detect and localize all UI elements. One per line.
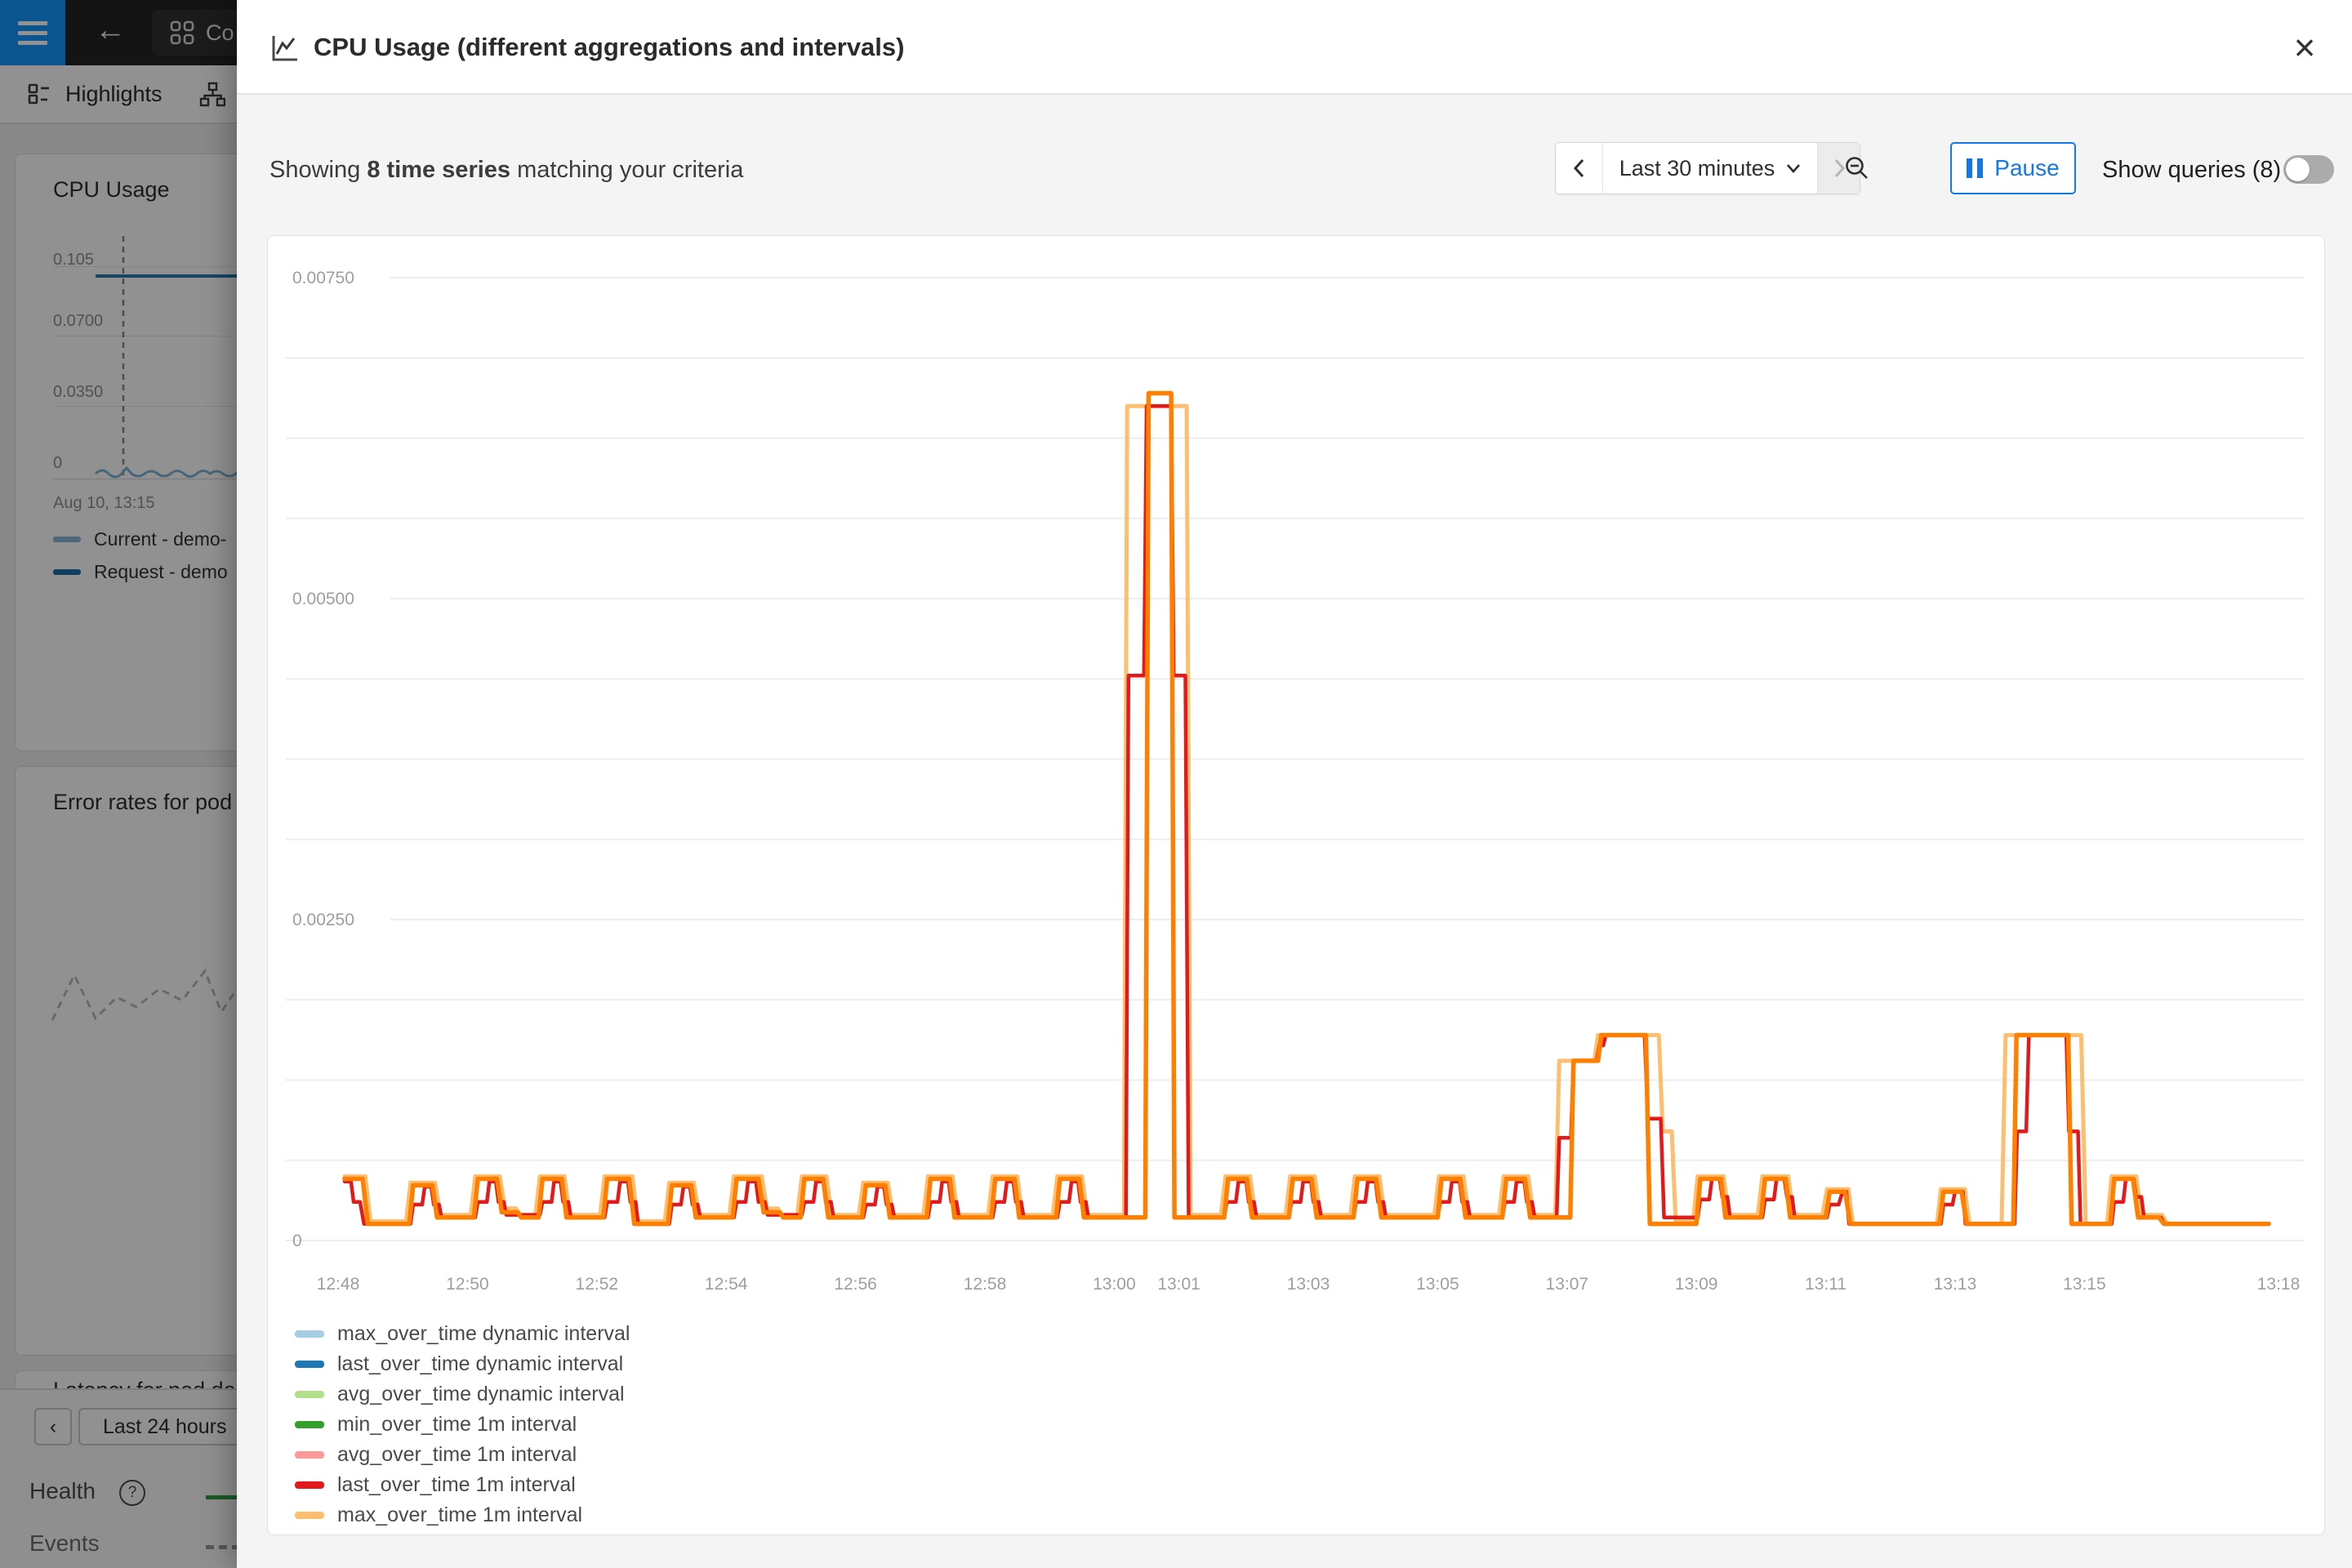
close-icon[interactable]: × [2278,21,2331,74]
y-axis-tick-label: 0.00500 [292,590,354,608]
legend-label: last_over_time 1m interval [337,1473,576,1497]
time-back-button[interactable] [1556,143,1603,194]
pause-icon [1967,158,1983,178]
y-axis-tick-label: 0 [292,1232,302,1250]
x-axis-tick-label: 12:58 [964,1275,1007,1294]
modal-title: CPU Usage (different aggregations and in… [314,33,904,62]
x-axis-tick-label: 13:09 [1675,1275,1718,1294]
legend-item[interactable]: last_over_time 1m interval [295,1470,630,1500]
x-axis-tick-label: 13:18 [2257,1275,2301,1294]
timeframe-dropdown[interactable]: Last 30 minutes [1603,143,1817,194]
legend-item[interactable]: min_over_time 1m interval [295,1410,630,1440]
x-axis-tick-label: 12:52 [576,1275,619,1294]
legend-item[interactable]: last_over_time dynamic interval [295,1349,630,1379]
showing-series-text: Showing 8 time series matching your crit… [270,157,743,184]
legend-item[interactable]: max_over_time 1m interval [295,1500,630,1530]
x-axis-tick-label: 13:15 [2063,1275,2106,1294]
chevron-down-icon [1786,163,1801,173]
x-axis-tick-label: 13:11 [1805,1275,1846,1294]
show-queries-toggle[interactable] [2283,155,2334,184]
x-axis-tick-label: 13:05 [1416,1275,1459,1294]
zoom-out-button[interactable] [1833,142,1882,194]
pause-label: Pause [1994,155,2059,181]
legend-swatch [295,1391,324,1398]
legend-label: min_over_time 1m interval [337,1413,577,1437]
legend-swatch [295,1421,324,1428]
timeseries-chart-card: 0.00750 0.00500 0.00250 0 12:48 12:50 12:52 12:… [267,235,2325,1535]
legend-label: last_over_time dynamic interval [337,1352,623,1376]
legend-label: max_over_time dynamic interval [337,1322,630,1346]
x-axis-tick-label: 12:50 [446,1275,489,1294]
legend-swatch [295,1512,324,1519]
series-max-over-time-1m-interval [345,406,2269,1223]
zoom-out-icon [1843,154,1871,182]
legend-item[interactable]: max_over_time dynamic interval [295,1319,630,1349]
x-axis-tick-label: 13:13 [1934,1275,1977,1294]
x-axis-tick-label: 12:56 [834,1275,877,1294]
pause-button[interactable]: Pause [1950,142,2076,194]
timeframe-label: Last 30 minutes [1619,156,1775,181]
legend-item[interactable]: avg_over_time dynamic interval [295,1379,630,1410]
time-navigation-group: Last 30 minutes [1555,142,1860,194]
chevron-left-icon [1571,158,1588,179]
legend-swatch [295,1451,324,1459]
x-axis-tick-label: 13:01 [1157,1275,1200,1294]
line-chart-icon [270,33,301,64]
legend-swatch [295,1330,324,1338]
show-queries-label: Show queries (8) [2102,157,2281,184]
x-axis-tick-label: 13:07 [1546,1275,1589,1294]
y-axis-tick-label: 0.00250 [292,911,354,929]
legend-swatch [295,1361,324,1368]
legend-item[interactable]: avg_over_time 1m interval [295,1440,630,1470]
chart-modal: CPU Usage (different aggregations and in… [237,0,2352,1568]
x-axis-tick-label: 13:03 [1287,1275,1330,1294]
legend-label: max_over_time 1m interval [337,1503,582,1527]
legend-label: avg_over_time dynamic interval [337,1383,625,1406]
toggle-knob [2286,158,2310,181]
legend-label: avg_over_time 1m interval [337,1443,577,1467]
chart-legend: max_over_time dynamic interval last_over_… [295,1319,630,1530]
x-axis-tick-label: 12:54 [705,1275,748,1294]
modal-header: CPU Usage (different aggregations and in… [237,0,2352,95]
legend-swatch [295,1481,324,1489]
x-axis-tick-label: 12:48 [317,1275,360,1294]
y-axis-tick-label: 0.00750 [292,269,354,287]
series-last-over-time-1m-interval [345,406,2269,1223]
x-axis-tick-label: 13:00 [1093,1275,1136,1294]
